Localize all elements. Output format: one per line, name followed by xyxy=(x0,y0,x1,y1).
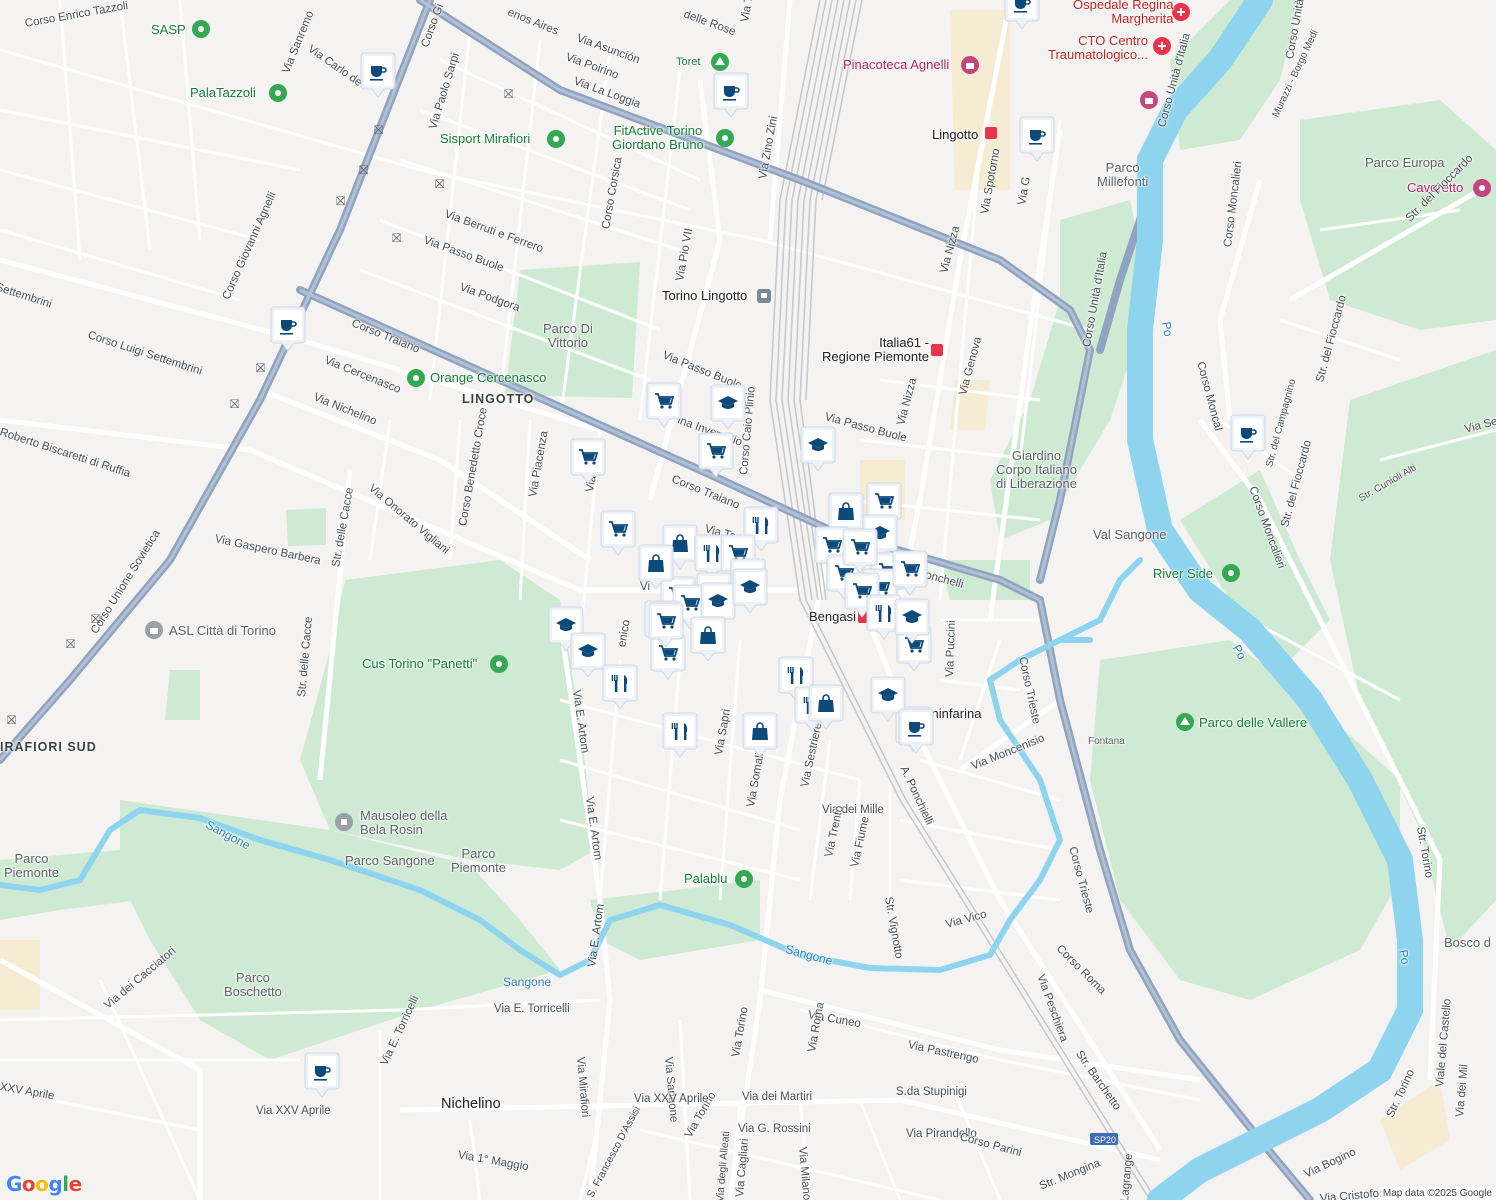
map-marker-coffee[interactable] xyxy=(1230,414,1266,460)
museum-poi-icon[interactable] xyxy=(961,56,979,74)
google-logo: Google xyxy=(6,1172,82,1196)
map-marker-coffee[interactable] xyxy=(360,52,396,98)
park-poi-icon[interactable] xyxy=(192,20,210,38)
tree-poi-icon[interactable] xyxy=(711,53,729,71)
shopping-bag-icon xyxy=(818,694,834,712)
shopping-bag-icon xyxy=(752,722,768,740)
parking-icon: ⛝ xyxy=(7,713,17,727)
monument-poi-icon[interactable] xyxy=(335,813,353,831)
graduation-cap-icon xyxy=(578,644,598,657)
coffee-icon xyxy=(1240,428,1257,443)
parking-icon: ⛝ xyxy=(91,612,101,626)
coffee-icon xyxy=(370,66,387,81)
park-poi-icon[interactable] xyxy=(407,369,425,387)
map-marker-shopping-bag[interactable] xyxy=(808,684,844,730)
shopping-bag-icon xyxy=(648,554,664,572)
map-attribution[interactable]: Map data ©2025 Google xyxy=(1378,1187,1496,1200)
map-marker-shopping-bag[interactable] xyxy=(742,712,778,758)
cart-icon xyxy=(851,539,871,555)
map-marker-graduation-cap[interactable] xyxy=(732,568,768,614)
map-marker-cart[interactable] xyxy=(892,550,928,596)
park-poi-icon[interactable] xyxy=(547,130,565,148)
shopping-bag-icon xyxy=(838,502,854,520)
tree-poi-icon[interactable] xyxy=(1176,713,1194,731)
parking-icon: ⛝ xyxy=(504,87,514,101)
cart-icon xyxy=(901,561,921,577)
map-marker-graduation-cap[interactable] xyxy=(710,384,746,430)
graduation-cap-icon xyxy=(708,594,728,607)
graduation-cap-icon xyxy=(808,438,828,451)
fork-knife-icon xyxy=(671,723,688,740)
cart-icon xyxy=(657,613,677,629)
graduation-cap-icon xyxy=(902,610,922,623)
map-marker-cart[interactable] xyxy=(842,528,878,574)
graduation-cap-icon xyxy=(878,688,898,701)
parking-icon: ⛝ xyxy=(230,397,240,411)
parking-icon: ⛝ xyxy=(256,361,266,375)
map-marker-coffee[interactable] xyxy=(270,306,306,352)
coffee-icon xyxy=(314,1066,331,1081)
map-marker-coffee[interactable] xyxy=(898,708,934,754)
parking-icon: ⛝ xyxy=(392,231,402,245)
park-poi-icon[interactable] xyxy=(269,84,287,102)
map-marker-coffee[interactable] xyxy=(1004,0,1040,30)
graduation-cap-icon xyxy=(718,396,738,409)
cart-icon xyxy=(579,449,599,465)
map-marker-shopping-bag[interactable] xyxy=(638,544,674,590)
map-marker-graduation-cap[interactable] xyxy=(894,598,930,644)
park-poi-icon[interactable] xyxy=(1222,564,1240,582)
park-poi-icon[interactable] xyxy=(716,129,734,147)
map-marker-graduation-cap[interactable] xyxy=(800,426,836,472)
cart-icon xyxy=(655,393,675,409)
shopping-bag-icon xyxy=(700,626,716,644)
coffee-icon xyxy=(908,722,925,737)
cart-icon xyxy=(707,443,727,459)
train-station-icon[interactable] xyxy=(757,289,771,303)
map-marker-cart[interactable] xyxy=(600,510,636,556)
map-marker-fork-knife[interactable] xyxy=(662,712,698,758)
parking-icon: ⛝ xyxy=(336,194,346,208)
coffee-icon xyxy=(723,86,740,101)
map-marker-shopping-bag[interactable] xyxy=(690,616,726,662)
office-poi-icon[interactable] xyxy=(145,621,163,639)
parking-icon: ⛝ xyxy=(359,163,369,177)
map-marker-coffee[interactable] xyxy=(1019,116,1055,162)
parking-icon: ⛝ xyxy=(66,637,76,651)
coffee-icon xyxy=(1029,130,1046,145)
museum-poi-icon[interactable] xyxy=(1140,91,1158,109)
cart-icon xyxy=(609,521,629,537)
map-marker-cart[interactable] xyxy=(646,382,682,428)
map-marker-coffee[interactable] xyxy=(304,1052,340,1098)
fork-knife-icon xyxy=(611,675,628,692)
hospital-icon[interactable] xyxy=(1153,37,1171,55)
map-marker-cart[interactable] xyxy=(648,602,684,648)
park-poi-icon[interactable] xyxy=(735,870,753,888)
coffee-icon xyxy=(280,320,297,335)
landmark-poi-icon[interactable] xyxy=(1473,179,1491,197)
map-marker-coffee[interactable] xyxy=(713,72,749,118)
map-marker-graduation-cap[interactable] xyxy=(570,632,606,678)
parking-icon: ⛝ xyxy=(374,123,384,137)
cart-icon xyxy=(875,493,895,509)
map-canvas[interactable]: LINGOTTO IRAFIORI SUD Nichelino Parco Di… xyxy=(0,0,1496,1200)
fork-knife-icon xyxy=(787,667,804,684)
fork-knife-icon xyxy=(875,605,892,622)
hospital-icon[interactable] xyxy=(1172,3,1190,21)
graduation-cap-icon xyxy=(740,580,760,593)
park-poi-icon[interactable] xyxy=(490,655,508,673)
coffee-icon xyxy=(1014,0,1031,13)
map-marker-cart[interactable] xyxy=(570,438,606,484)
map-marker-fork-knife[interactable] xyxy=(602,664,638,710)
map-marker-cart[interactable] xyxy=(698,432,734,478)
parking-icon: ⛝ xyxy=(435,177,445,191)
